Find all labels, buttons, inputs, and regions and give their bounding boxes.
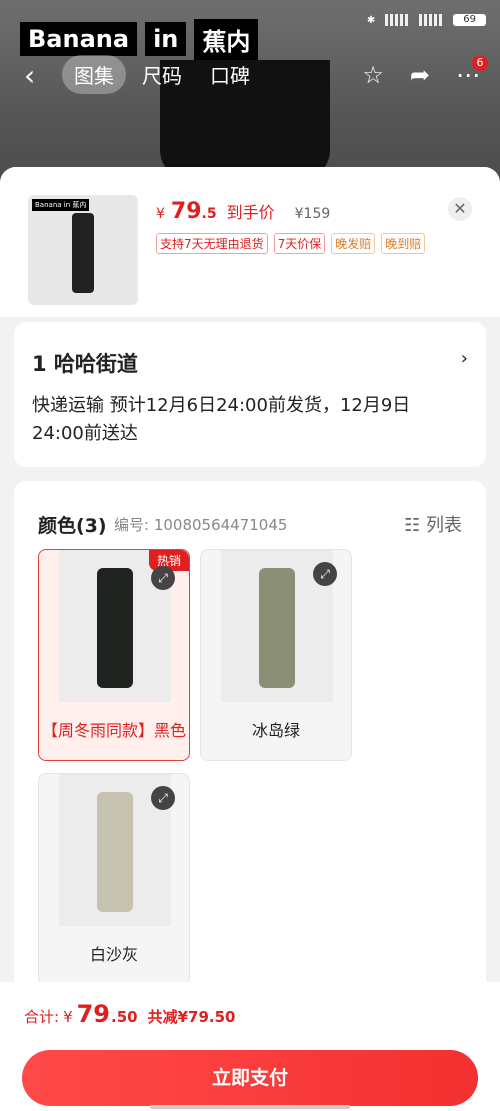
service-tag: 支持7天无理由退货 — [156, 233, 268, 254]
product-code: 编号: 10080564471045 — [114, 516, 288, 534]
home-indicator — [150, 1105, 350, 1109]
expand-icon[interactable]: ⤢ — [313, 562, 337, 586]
signal-icon — [385, 14, 410, 26]
tab-reviews[interactable]: 口碑 — [198, 55, 262, 94]
address-card[interactable]: 1 哈哈街道 › 快递运输 预计12月6日24:00前发货，12月9日24:00… — [14, 322, 486, 467]
list-icon: ☷ — [404, 515, 426, 536]
chevron-right-icon: › — [460, 348, 468, 369]
service-tag: 7天价保 — [273, 233, 326, 254]
notification-badge: 6 — [472, 55, 488, 71]
price-block: ¥ 79 .5 到手价 ¥159 — [156, 199, 331, 224]
color-option-label: 【周冬雨同款】黑色 — [41, 721, 186, 740]
expand-icon[interactable]: ⤢ — [151, 786, 175, 810]
more-icon[interactable]: ⋯ 6 — [456, 55, 488, 89]
color-title: 颜色(3) — [38, 515, 107, 537]
address-name: 1 哈哈街道 — [32, 352, 138, 376]
wifi-icon — [419, 14, 444, 26]
list-view-button[interactable]: ☷ 列表 — [404, 511, 462, 537]
tab-size[interactable]: 尺码 — [130, 55, 194, 94]
color-swatch-image — [97, 568, 133, 688]
product-thumbnail[interactable]: Banana in 蕉内 — [28, 195, 138, 305]
share-icon[interactable]: ➦ — [410, 61, 430, 89]
total-label: 合计: — [24, 1008, 60, 1026]
service-tags: 支持7天无理由退货 7天价保 晚发赔 晚到赔 — [156, 233, 426, 254]
color-option-grey[interactable]: ⤢ 白沙灰 — [38, 773, 190, 985]
color-swatch-image — [97, 792, 133, 912]
brand-logo: Banana in 蕉内 — [20, 18, 259, 60]
battery-icon: 69 — [453, 14, 486, 26]
purchase-sheet: Banana in 蕉内 ¥ 79 .5 到手价 ¥159 ✕ 支持7天无理由退… — [0, 167, 500, 1111]
bluetooth-icon: ✱ — [366, 14, 376, 26]
top-nav: ‹ 图集 尺码 口碑 ☆ ➦ ⋯ 6 — [0, 55, 500, 95]
gallery-tabs: 图集 尺码 口碑 — [62, 55, 262, 94]
pay-now-button[interactable]: 立即支付 — [22, 1050, 478, 1106]
expand-icon[interactable]: ⤢ — [151, 566, 175, 590]
total-integer: 79 — [76, 1000, 111, 1028]
checkout-footer: 合计: ¥ 79 .50 共减¥79.50 立即支付 — [0, 982, 500, 1111]
price-decimal: .5 — [201, 206, 217, 222]
service-tag: 晚到赔 — [381, 233, 426, 254]
total-saving: 共减¥79.50 — [147, 1008, 236, 1026]
price-integer: 79 — [170, 199, 202, 224]
back-icon[interactable]: ‹ — [24, 59, 35, 92]
thumbnail-logo: Banana in 蕉内 — [32, 199, 90, 211]
color-option-label: 白沙灰 — [89, 945, 138, 964]
service-tag: 晚发赔 — [331, 233, 376, 254]
price-label: 到手价 — [226, 203, 275, 222]
delivery-info: 快递运输 预计12月6日24:00前发货，12月9日24:00前送达 — [32, 395, 411, 444]
color-swatch-image — [259, 568, 295, 688]
color-option-black[interactable]: 热销 ⤢ 【周冬雨同款】黑色 — [38, 549, 190, 761]
total-decimal: .50 — [111, 1008, 138, 1026]
color-option-label: 冰岛绿 — [251, 721, 300, 740]
favorite-star-icon[interactable]: ☆ — [362, 61, 384, 89]
tab-gallery[interactable]: 图集 — [62, 55, 126, 94]
product-summary: Banana in 蕉内 ¥ 79 .5 到手价 ¥159 ✕ 支持7天无理由退… — [0, 167, 500, 317]
original-price: ¥159 — [294, 206, 331, 222]
total-block: 合计: ¥ 79 .50 共减¥79.50 — [24, 1000, 236, 1028]
color-option-green[interactable]: ⤢ 冰岛绿 — [200, 549, 352, 761]
close-icon[interactable]: ✕ — [448, 197, 472, 221]
